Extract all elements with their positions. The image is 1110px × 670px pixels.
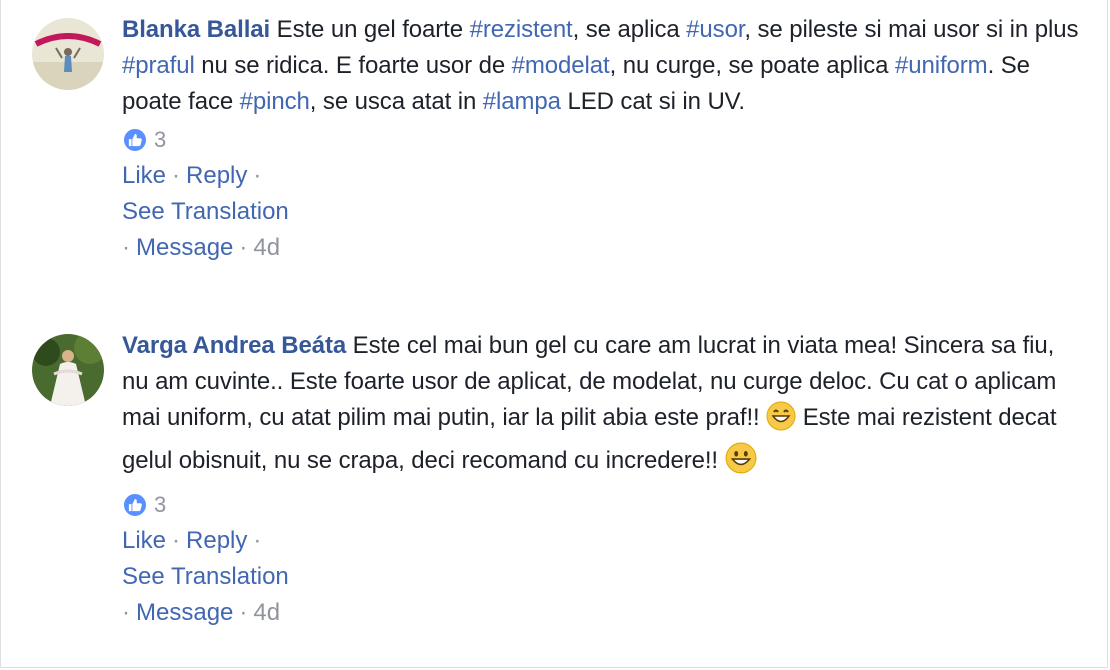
translation-row: See Translation	[122, 559, 1082, 595]
hashtag-link[interactable]: #praful	[122, 52, 195, 79]
separator-dot: ·	[253, 162, 262, 189]
comment-actions: Like · Reply ·	[122, 523, 1082, 559]
comment-actions: Like · Reply ·	[122, 158, 1082, 194]
comment-meta: · Message · 4d	[122, 230, 1082, 266]
author-name[interactable]: Varga Andrea Beáta	[122, 332, 346, 359]
comment-text-part: , se usca atat in	[309, 88, 483, 115]
hashtag-link[interactable]: #rezistent	[470, 16, 573, 43]
comment-text-part: , se pileste si mai usor si in plus	[744, 16, 1079, 43]
message-link[interactable]: Message	[136, 234, 233, 261]
comment-text: Varga Andrea Beáta Este cel mai bun gel …	[122, 328, 1082, 485]
see-translation-link[interactable]: See Translation	[122, 198, 289, 225]
separator-dot: ·	[239, 234, 248, 261]
reply-link[interactable]: Reply	[186, 162, 247, 189]
like-link[interactable]: Like	[122, 162, 166, 189]
comment-text-part: Este un gel foarte	[270, 16, 470, 43]
separator-dot: ·	[122, 234, 130, 261]
timestamp[interactable]: 4d	[253, 234, 280, 261]
comment-text-part: LED cat si in UV.	[560, 88, 745, 115]
comment-text-part: nu se ridica. E foarte usor de	[194, 52, 512, 79]
author-name[interactable]: Blanka Ballai	[122, 16, 270, 43]
separator-dot: ·	[253, 527, 262, 554]
avatar[interactable]	[32, 18, 104, 90]
comment-text-part: , se aplica	[572, 16, 687, 43]
grinning-emoji-icon	[766, 401, 796, 442]
reply-link[interactable]: Reply	[186, 527, 247, 554]
hashtag-link[interactable]: #pinch	[240, 88, 310, 115]
translation-row: See Translation	[122, 194, 1082, 230]
separator-dot: ·	[172, 527, 181, 554]
message-link[interactable]: Message	[136, 599, 233, 626]
reaction-summary[interactable]: 3	[122, 122, 1082, 158]
smiling-emoji-icon	[725, 442, 757, 485]
comment-text: Blanka Ballai Este un gel foarte #rezist…	[122, 12, 1082, 120]
like-reaction-icon	[122, 127, 148, 153]
comment-text-part: , nu curge, se poate aplica	[609, 52, 895, 79]
like-reaction-icon	[122, 492, 148, 518]
see-translation-link[interactable]: See Translation	[122, 563, 289, 590]
reaction-count: 3	[154, 127, 167, 152]
reaction-summary[interactable]: 3	[122, 487, 1082, 523]
avatar[interactable]	[32, 334, 104, 406]
separator-dot: ·	[122, 599, 130, 626]
hashtag-link[interactable]: #usor	[686, 16, 744, 43]
hashtag-link[interactable]: #modelat	[512, 52, 610, 79]
hashtag-link[interactable]: #uniform	[895, 52, 988, 79]
separator-dot: ·	[239, 599, 248, 626]
reaction-count: 3	[154, 492, 167, 517]
comment-meta: · Message · 4d	[122, 595, 1082, 631]
hashtag-link[interactable]: #lampa	[483, 88, 561, 115]
like-link[interactable]: Like	[122, 527, 166, 554]
separator-dot: ·	[172, 162, 181, 189]
timestamp[interactable]: 4d	[253, 599, 280, 626]
